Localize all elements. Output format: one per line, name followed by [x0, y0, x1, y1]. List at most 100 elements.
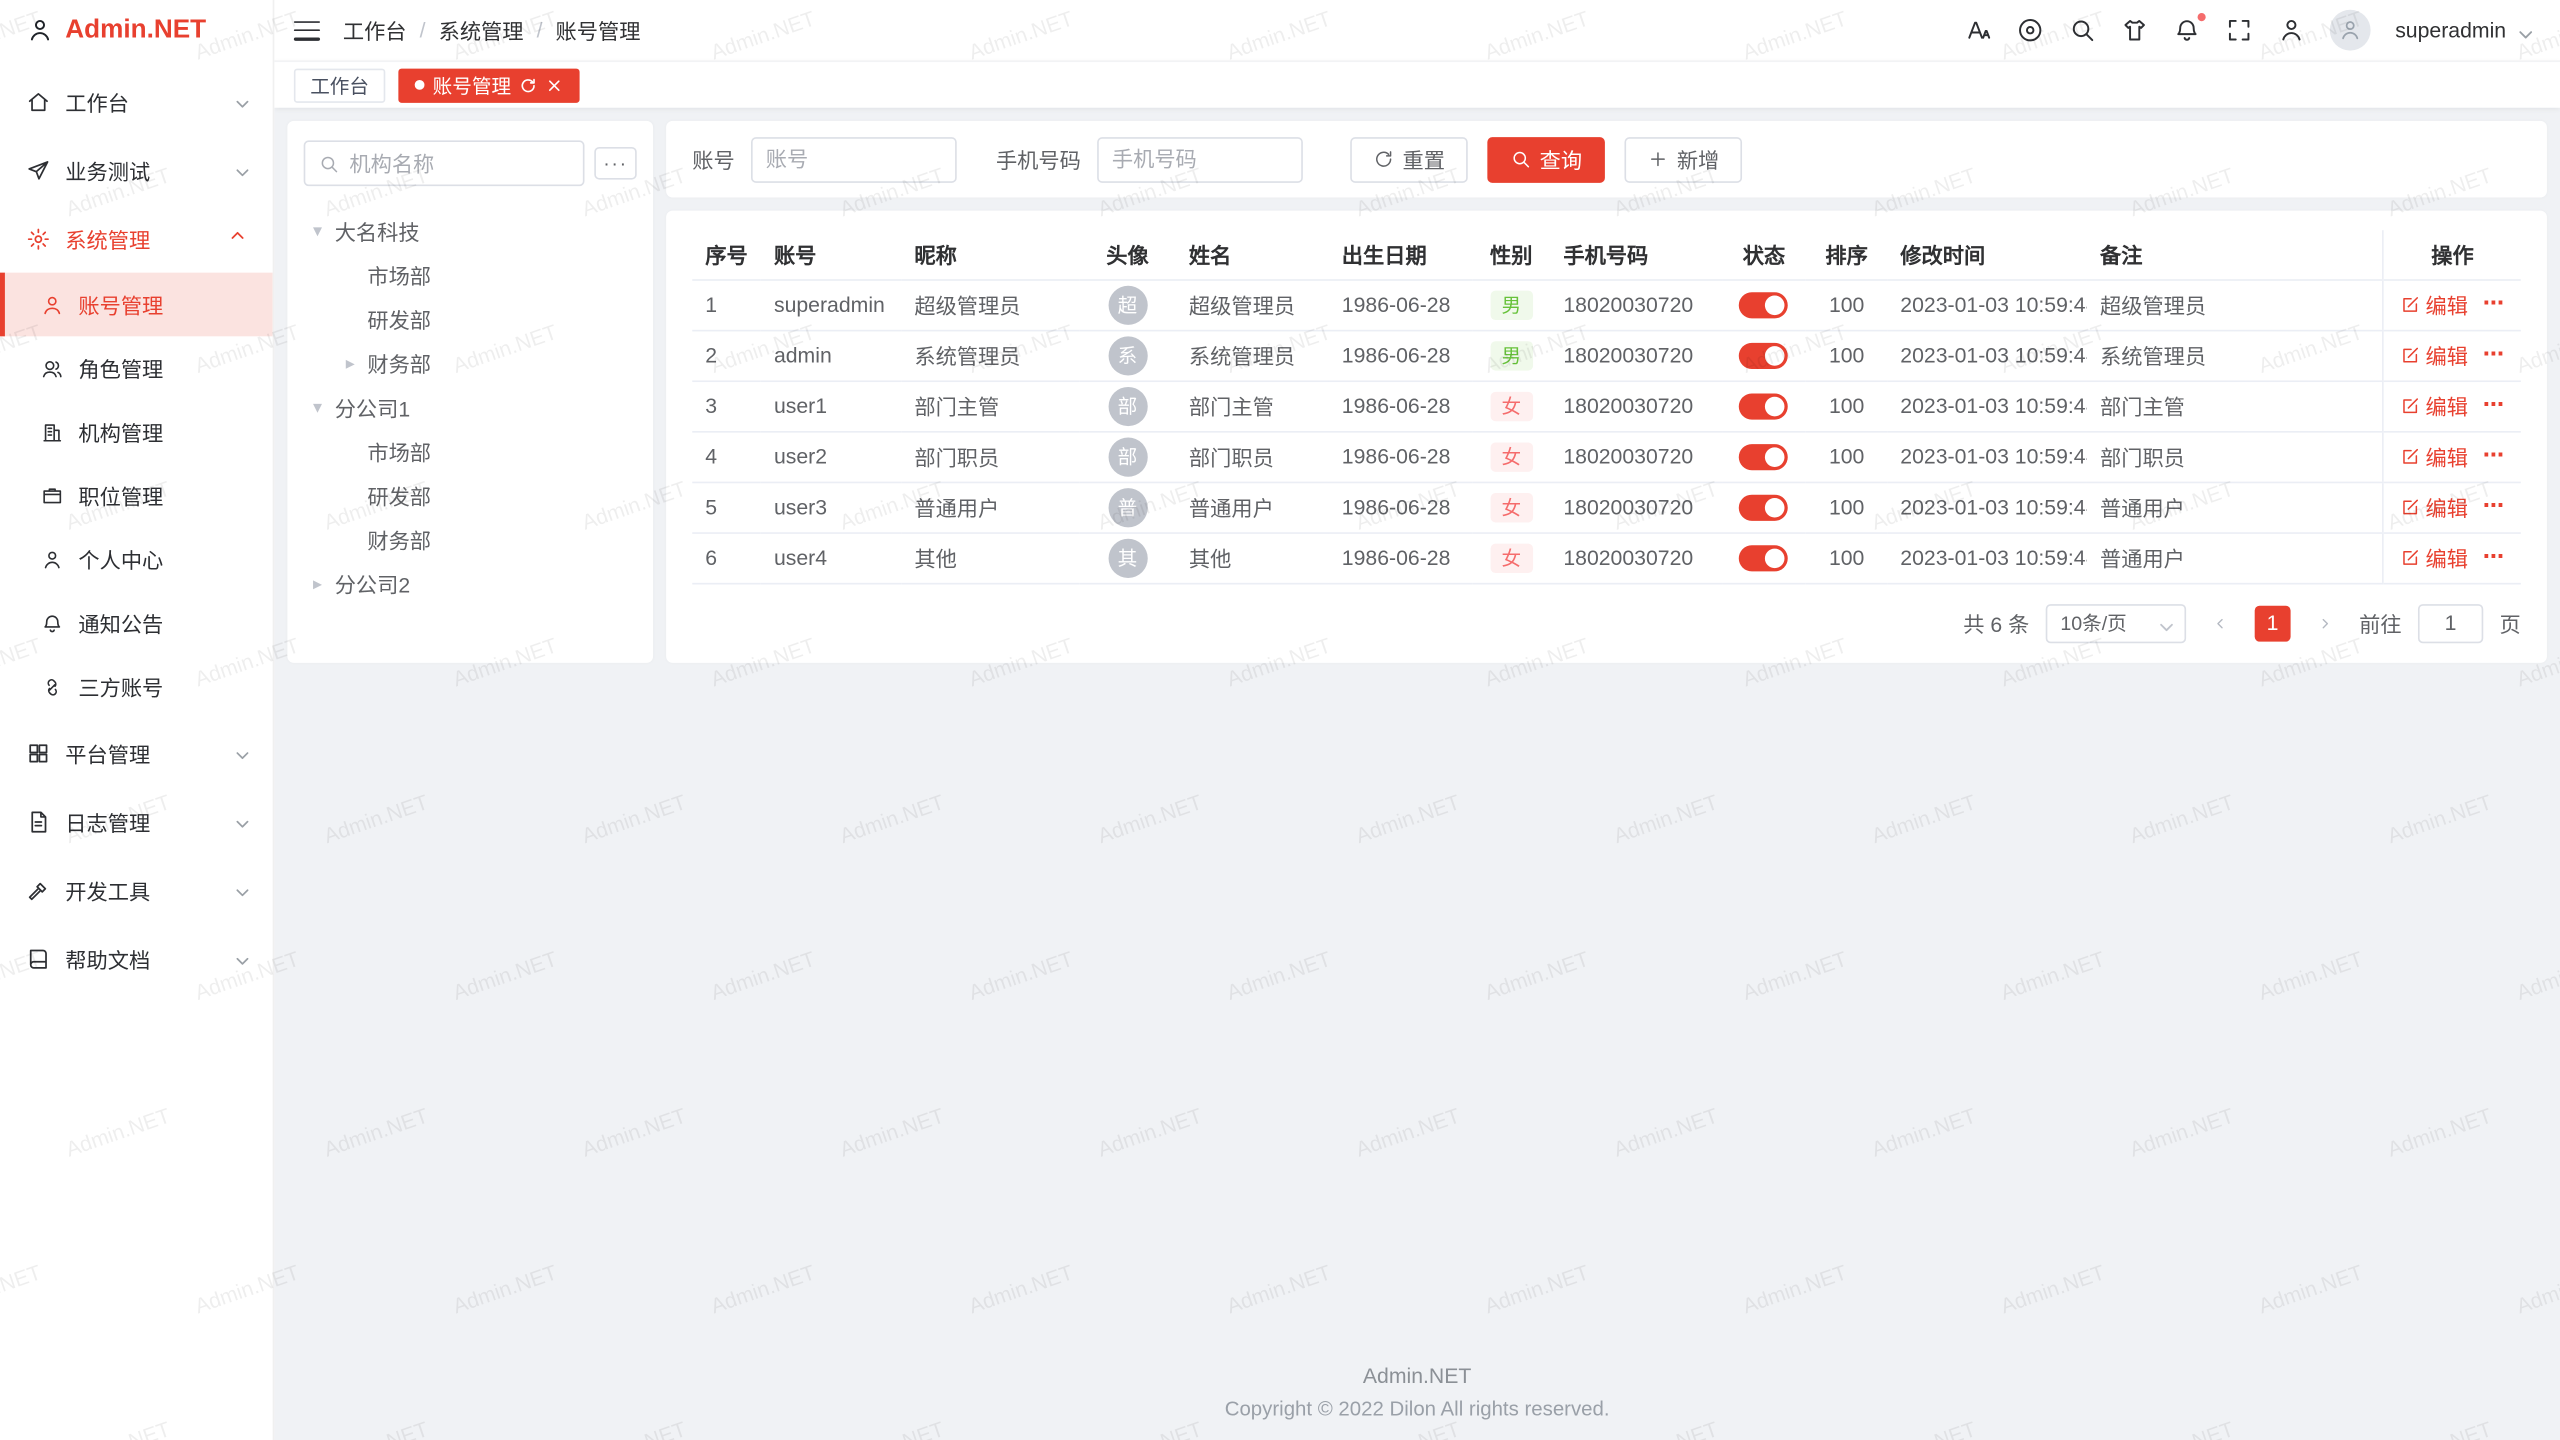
row-more-button[interactable]: ⋯ [2483, 442, 2506, 466]
sidebar-subitem-role[interactable]: 角色管理 [0, 336, 273, 400]
status-toggle[interactable] [1740, 342, 1789, 368]
breadcrumb-item[interactable]: 系统管理 [439, 15, 524, 46]
cell-name: 部门主管 [1176, 380, 1329, 431]
page-size-select[interactable]: 10条/页 [2046, 603, 2186, 642]
tree-expand-icon: ▸ [340, 352, 361, 373]
tab-label: 账号管理 [433, 71, 511, 99]
breadcrumb-item[interactable]: 工作台 [343, 15, 407, 46]
tree-node-label: 研发部 [367, 303, 431, 334]
tree-node[interactable]: 财务部 [304, 518, 637, 560]
row-more-button[interactable]: ⋯ [2483, 291, 2506, 315]
tree-node[interactable]: 研发部 [304, 473, 637, 515]
cell-birth: 1986-06-28 [1329, 330, 1473, 381]
tree-node-label: 市场部 [367, 259, 431, 290]
menu-collapse-icon[interactable] [294, 20, 320, 40]
edit-button[interactable]: 编辑 [2399, 491, 2468, 522]
cell-birth: 1986-06-28 [1329, 532, 1473, 583]
sidebar-subitem-account[interactable]: 账号管理 [0, 273, 273, 337]
status-toggle[interactable] [1740, 494, 1789, 520]
status-toggle[interactable] [1740, 393, 1789, 419]
topbar-actions: superadmin [1964, 10, 2530, 51]
sidebar-item-workbench[interactable]: 工作台 [0, 67, 273, 136]
sidebar-subitem-third-account[interactable]: 三方账号 [0, 655, 273, 719]
topbar-search-icon[interactable] [2069, 16, 2097, 44]
topbar-fullscreen-icon[interactable] [2225, 16, 2253, 44]
sidebar-item-devtools[interactable]: 开发工具 [0, 856, 273, 925]
org-search-input[interactable] [349, 151, 569, 175]
cell-modified: 2023-01-03 10:59:44 [1887, 380, 2087, 431]
tree-collapse-icon: ▾ [307, 220, 328, 241]
tab-workbench[interactable]: 工作台 [294, 68, 385, 102]
org-more-button[interactable]: ··· [594, 147, 636, 180]
topbar-theme-skin-icon[interactable] [2121, 16, 2149, 44]
sidebar-item-platform[interactable]: 平台管理 [0, 718, 273, 787]
sidebar-subitem-label: 个人中心 [78, 544, 246, 575]
sidebar-subitem-org[interactable]: 机构管理 [0, 400, 273, 464]
breadcrumb-item[interactable]: 账号管理 [556, 15, 641, 46]
column-header: 头像 [1079, 230, 1176, 279]
tree-node[interactable]: ▾大名科技 [304, 209, 637, 251]
sidebar-subitem-position[interactable]: 职位管理 [0, 464, 273, 528]
tree-node[interactable]: ▾分公司1 [304, 385, 637, 427]
sidebar-item-system-management[interactable]: 系统管理 [0, 204, 273, 273]
tab-close-icon[interactable] [545, 76, 563, 94]
prev-page-button[interactable] [2202, 605, 2238, 641]
row-more-button[interactable]: ⋯ [2483, 341, 2506, 365]
sidebar-item-log[interactable]: 日志管理 [0, 787, 273, 856]
sidebar-item-business-test[interactable]: 业务测试 [0, 136, 273, 205]
topbar-notifications-icon[interactable] [2173, 16, 2201, 44]
tabbar: 工作台 账号管理 [274, 60, 2560, 107]
brand-name: Admin.NET [65, 16, 206, 45]
tree-node[interactable]: 研发部 [304, 297, 637, 339]
row-more-button[interactable]: ⋯ [2483, 493, 2506, 517]
sidebar-subitem-notice[interactable]: 通知公告 [0, 591, 273, 655]
status-toggle[interactable] [1740, 545, 1789, 571]
topbar-font-size-icon[interactable] [1964, 16, 1992, 44]
gender-badge: 男 [1490, 290, 1532, 319]
edit-button[interactable]: 编辑 [2399, 441, 2468, 472]
logo[interactable]: Admin.NET [0, 0, 273, 60]
next-page-button[interactable] [2307, 605, 2343, 641]
tree-node-label: 财务部 [367, 347, 431, 378]
total-count: 共 6 条 [1963, 607, 2029, 638]
topbar-color-disc-icon[interactable] [2016, 16, 2044, 44]
phone-filter-input[interactable] [1112, 147, 1288, 171]
edit-button[interactable]: 编辑 [2399, 390, 2468, 421]
sidebar-subitem-profile[interactable]: 个人中心 [0, 527, 273, 591]
edit-button[interactable]: 编辑 [2399, 289, 2468, 320]
page-1-button[interactable]: 1 [2255, 605, 2291, 641]
column-header: 备注 [2087, 230, 2383, 279]
cell-account: user3 [761, 482, 901, 533]
sidebar-subitem-label: 三方账号 [78, 671, 246, 702]
cell-phone: 18020030720 [1550, 532, 1722, 583]
row-avatar: 部 [1108, 437, 1147, 476]
tab-account-management[interactable]: 账号管理 [398, 68, 579, 102]
tree-node[interactable]: 市场部 [304, 253, 637, 295]
account-filter-input[interactable] [766, 147, 942, 171]
tree-node[interactable]: ▸ 财务部 [304, 341, 637, 383]
row-more-button[interactable]: ⋯ [2483, 392, 2506, 416]
user-avatar[interactable] [2330, 10, 2371, 51]
status-toggle[interactable] [1740, 292, 1789, 318]
row-avatar: 部 [1108, 386, 1147, 425]
edit-button[interactable]: 编辑 [2399, 542, 2468, 573]
sidebar-item-label: 工作台 [65, 86, 215, 117]
column-header: 出生日期 [1329, 230, 1473, 279]
reset-button[interactable]: 重置 [1350, 136, 1468, 182]
goto-page-input[interactable] [2418, 603, 2483, 642]
chevron-down-icon [2153, 614, 2171, 632]
topbar-user-icon[interactable] [2278, 16, 2306, 44]
sidebar-item-docs[interactable]: 帮助文档 [0, 924, 273, 993]
cell-ops: 编辑 ⋯ [2383, 380, 2520, 431]
query-button[interactable]: 查询 [1487, 136, 1605, 182]
edit-button[interactable]: 编辑 [2399, 340, 2468, 371]
tab-refresh-icon[interactable] [519, 76, 537, 94]
bell-icon [41, 611, 64, 634]
status-toggle[interactable] [1740, 444, 1789, 470]
add-button[interactable]: 新增 [1625, 136, 1743, 182]
row-more-button[interactable]: ⋯ [2483, 544, 2506, 568]
user-menu[interactable]: superadmin [2395, 18, 2530, 42]
right-column: 账号 手机号码 重置 [666, 121, 2547, 663]
tree-node[interactable]: ▸分公司2 [304, 562, 637, 604]
tree-node[interactable]: 市场部 [304, 429, 637, 471]
